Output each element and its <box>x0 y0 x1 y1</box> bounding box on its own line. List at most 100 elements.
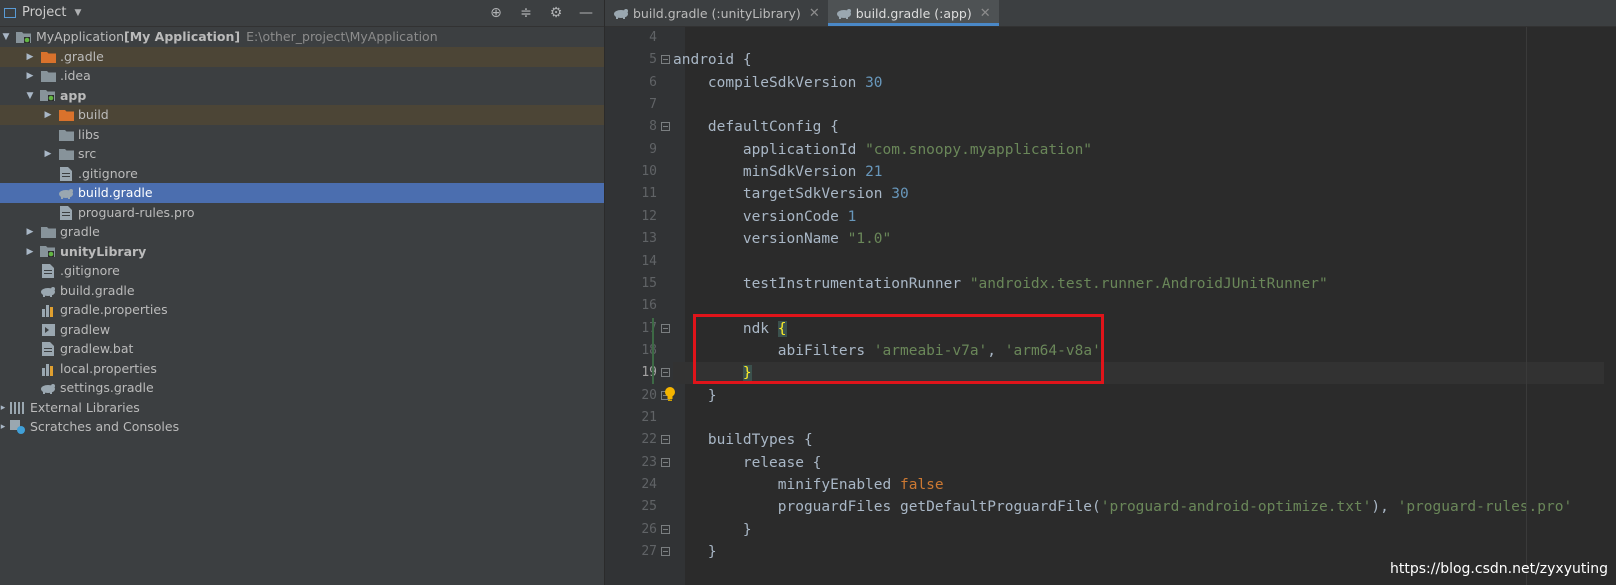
tree-item[interactable]: ▶ .idea <box>0 66 604 86</box>
fold-marker-icon[interactable] <box>661 368 670 378</box>
code-token: minifyEnabled <box>673 477 900 493</box>
code-line: proguardFiles getDefaultProguardFile('pr… <box>673 496 1604 518</box>
line-number: 21 <box>641 409 657 425</box>
fold-marker-icon[interactable] <box>661 55 670 65</box>
tree-item[interactable]: ▶ .gradle <box>0 46 604 67</box>
code-token: buildTypes { <box>673 432 813 449</box>
fold-marker-icon[interactable] <box>661 524 670 534</box>
expand-arrow-closed-icon[interactable]: ▶ <box>24 222 36 242</box>
project-name-label: [My Application] <box>124 29 241 44</box>
tree-item[interactable]: gradlew.bat <box>0 339 604 359</box>
fold-marker-icon[interactable] <box>661 435 670 445</box>
code-line: applicationId "com.snoopy.myapplication" <box>673 139 1604 161</box>
expand-arrow-open-icon[interactable]: ▼ <box>24 86 36 106</box>
locate-target-icon[interactable]: ⊕ <box>488 5 504 21</box>
gear-icon[interactable]: ⚙ <box>548 5 564 21</box>
tree-item-label: unityLibrary <box>60 243 147 259</box>
code-line: compileSdkVersion 30 <box>673 72 1604 94</box>
code-token: } <box>673 521 752 538</box>
code-token: 'proguard-rules.pro' <box>1397 499 1573 516</box>
code-token: "com.snoopy.myapplication" <box>865 141 1093 158</box>
tree-item-label: libs <box>78 126 100 142</box>
code-token: 30 <box>865 74 883 91</box>
project-tool-window: Project ▼ ⊕ ≑ ⚙ — ▼ MyApplication [My App… <box>0 0 604 585</box>
tree-item[interactable]: libs <box>0 125 604 145</box>
file-icon <box>58 205 74 221</box>
code-line: versionCode 1 <box>673 206 1604 228</box>
module-folder-icon <box>40 88 56 104</box>
close-tab-icon[interactable]: ✕ <box>980 6 991 21</box>
code-line: minifyEnabled false <box>673 474 1604 496</box>
tree-item-label: gradlew.bat <box>60 341 134 356</box>
tree-item-label: Scratches and Consoles <box>30 419 180 434</box>
code-line: release { <box>673 452 1604 474</box>
project-view-selector[interactable]: Project <box>22 0 66 26</box>
expand-arrow-closed-icon[interactable]: ▶ <box>24 242 36 262</box>
tab-build-gradle-unitylibrary[interactable]: build.gradle (:unityLibrary) ✕ <box>605 0 828 26</box>
tree-item[interactable]: ▶ gradle <box>0 222 604 242</box>
project-path-label: E:\other_project\MyApplication <box>246 29 438 44</box>
line-number: 5 <box>649 52 657 68</box>
expand-arrow-closed-icon[interactable]: ▸ <box>0 417 6 437</box>
tree-item[interactable]: ▶ src <box>0 144 604 164</box>
chevron-down-icon[interactable]: ▼ <box>74 0 81 26</box>
tree-item-label: gradle <box>60 224 100 239</box>
expand-arrow-closed-icon[interactable]: ▶ <box>42 105 54 125</box>
code-token: false <box>899 477 944 493</box>
fold-marker-icon[interactable] <box>661 457 670 467</box>
tree-item[interactable]: build.gradle <box>0 281 604 301</box>
expand-arrow-closed-icon[interactable]: ▶ <box>24 66 36 86</box>
minimize-icon[interactable]: — <box>578 5 594 21</box>
tree-item-label: gradle.properties <box>60 302 168 317</box>
fold-marker-icon[interactable] <box>661 122 670 132</box>
tab-build-gradle-app[interactable]: build.gradle (:app) ✕ <box>827 0 999 26</box>
tree-item[interactable]: ▸ External Libraries <box>0 398 604 418</box>
code-line: defaultConfig { <box>673 116 1604 138</box>
fold-marker-icon[interactable] <box>661 547 670 557</box>
tree-item[interactable]: build.gradle <box>0 183 604 203</box>
tree-item-label: build.gradle <box>60 282 135 298</box>
code-area[interactable]: android { compileSdkVersion 30 defaultCo… <box>673 27 1616 585</box>
tree-item-label: .idea <box>60 68 91 83</box>
tree-item[interactable]: local.properties <box>0 359 604 379</box>
fold-marker-icon[interactable] <box>661 323 670 333</box>
line-number: 14 <box>641 253 657 269</box>
expand-arrow-closed-icon[interactable]: ▶ <box>24 47 36 67</box>
line-number: 27 <box>641 544 657 560</box>
code-line: } <box>673 385 1604 407</box>
line-number: 8 <box>649 119 657 135</box>
line-number: 4 <box>649 30 657 45</box>
tree-item[interactable]: ▸ Scratches and Consoles <box>0 417 604 437</box>
line-number: 22 <box>641 432 657 448</box>
code-token: release { <box>673 454 822 471</box>
folder-icon <box>40 68 56 84</box>
tree-item[interactable]: ▶ unityLibrary <box>0 242 604 262</box>
tree-item[interactable]: .gitignore <box>0 261 604 281</box>
lightbulb-icon[interactable] <box>663 386 677 406</box>
tree-item-label: proguard-rules.pro <box>78 204 195 220</box>
file-icon <box>40 263 56 279</box>
tree-item-label: .gitignore <box>78 165 138 181</box>
line-number: 17 <box>641 320 657 336</box>
tree-item[interactable]: .gitignore <box>0 164 604 184</box>
tree-item[interactable]: ▼ app <box>0 86 604 106</box>
tree-item[interactable]: gradle.properties <box>0 300 604 320</box>
tree-item[interactable]: gradlew <box>0 320 604 340</box>
tree-item[interactable]: ▼ MyApplication [My Application] E:\other_… <box>0 27 604 47</box>
expand-arrow-open-icon[interactable]: ▼ <box>0 27 12 47</box>
tree-item[interactable]: settings.gradle <box>0 378 604 398</box>
tree-item-label: settings.gradle <box>60 380 154 395</box>
tree-item[interactable]: proguard-rules.pro <box>0 203 604 223</box>
code-line: android { <box>673 49 1604 71</box>
expand-arrow-closed-icon[interactable]: ▶ <box>42 144 54 164</box>
expand-arrow-closed-icon[interactable]: ▸ <box>0 398 6 418</box>
tree-item[interactable]: ▶ build <box>0 105 604 125</box>
close-tab-icon[interactable]: ✕ <box>809 6 820 21</box>
collapse-all-icon[interactable]: ≑ <box>518 5 534 21</box>
